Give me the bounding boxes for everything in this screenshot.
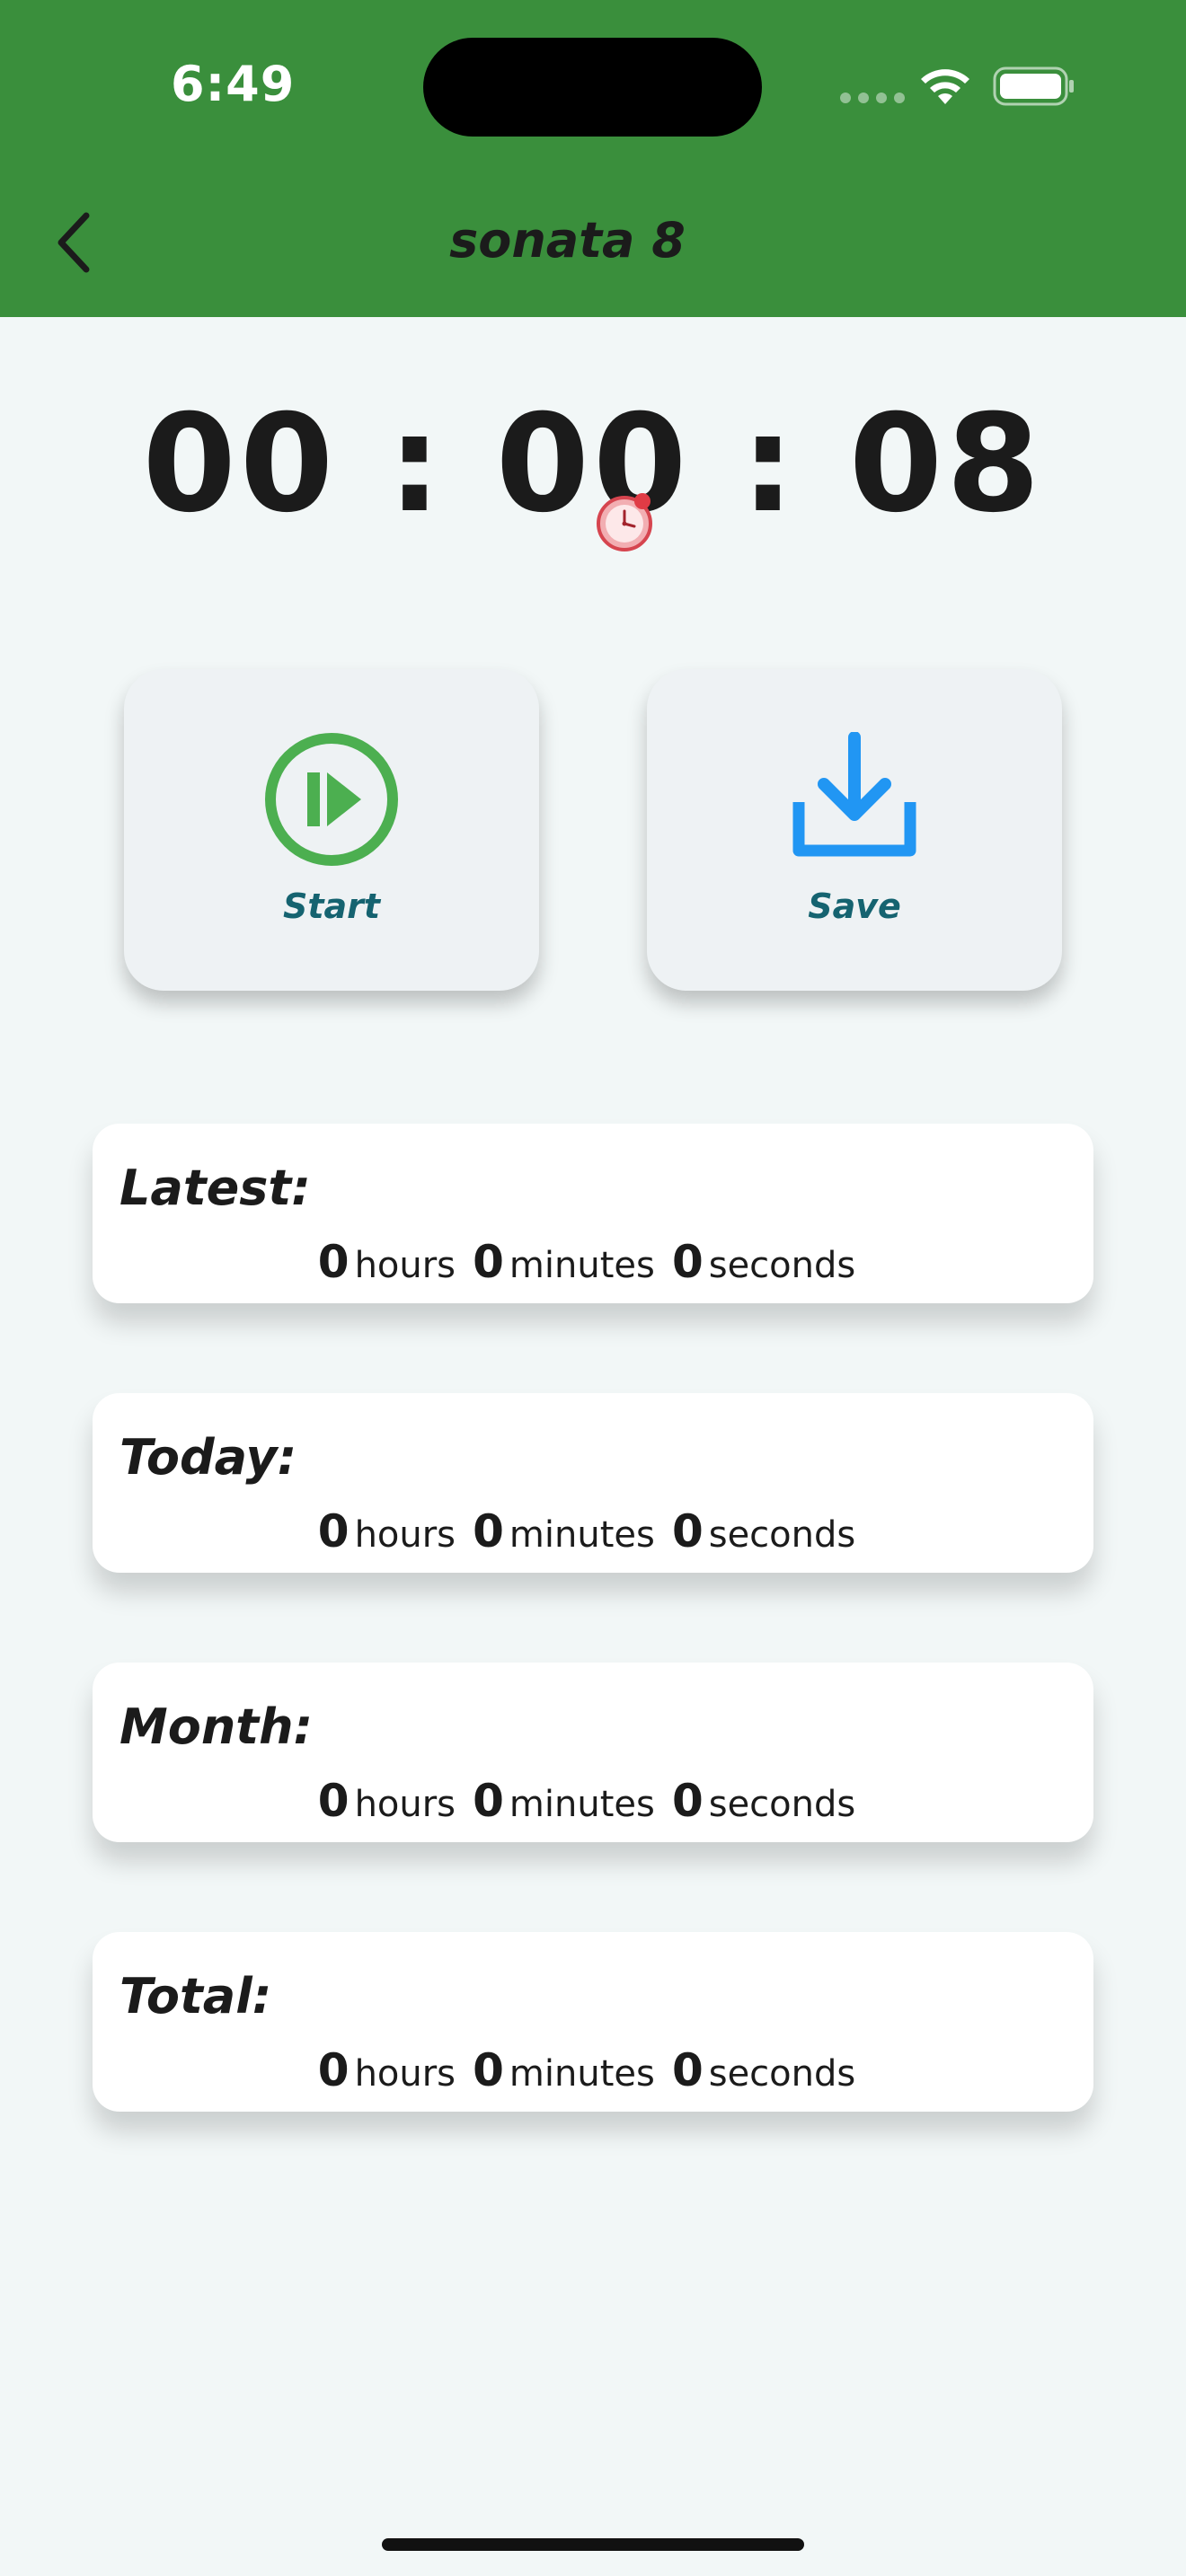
stat-duration: 0 hours 0 minutes 0 seconds: [93, 1236, 1093, 1288]
hours-unit: hours: [354, 1245, 456, 1286]
app-bar: 6:49 sonata 8: [0, 0, 1186, 317]
cellular-signal-icon: [840, 93, 905, 103]
page-title: sonata 8: [449, 212, 686, 269]
stat-card-latest: Latest: 0 hours 0 minutes 0 seconds: [93, 1124, 1093, 1303]
battery-icon: [993, 66, 1074, 106]
stat-title: Latest:: [119, 1160, 311, 1216]
stat-card-today: Today: 0 hours 0 minutes 0 seconds: [93, 1393, 1093, 1573]
minutes-value: 0: [473, 1236, 504, 1288]
hours-unit: hours: [354, 2053, 456, 2095]
seconds-unit: seconds: [708, 1245, 856, 1286]
hours-value: 0: [317, 1505, 350, 1557]
start-button[interactable]: Start: [124, 669, 539, 991]
hours-value: 0: [317, 1775, 350, 1827]
play-circle-icon: [265, 733, 398, 866]
stat-card-month: Month: 0 hours 0 minutes 0 seconds: [93, 1663, 1093, 1842]
seconds-unit: seconds: [708, 1784, 856, 1825]
seconds-value: 0: [671, 1775, 704, 1827]
minutes-value: 0: [473, 2044, 504, 2096]
stat-title: Total:: [119, 1968, 272, 2025]
stat-title: Month:: [119, 1698, 314, 1755]
stat-duration: 0 hours 0 minutes 0 seconds: [93, 1505, 1093, 1557]
minutes-unit: minutes: [509, 1245, 655, 1286]
seconds-value: 0: [671, 1505, 704, 1557]
hours-value: 0: [317, 2044, 350, 2096]
minutes-value: 0: [473, 1505, 504, 1557]
start-label: Start: [282, 887, 381, 926]
download-icon: [792, 732, 916, 857]
hours-unit: hours: [354, 1784, 456, 1825]
stat-title: Today:: [119, 1429, 297, 1486]
save-label: Save: [808, 887, 901, 926]
minutes-unit: minutes: [509, 1514, 655, 1556]
stat-duration: 0 hours 0 minutes 0 seconds: [93, 1775, 1093, 1827]
seconds-unit: seconds: [708, 2053, 856, 2095]
hours-unit: hours: [354, 1514, 456, 1556]
minutes-value: 0: [473, 1775, 504, 1827]
status-time: 6:49: [171, 56, 296, 112]
minutes-unit: minutes: [509, 1784, 655, 1825]
home-indicator[interactable]: [382, 2538, 804, 2551]
minutes-unit: minutes: [509, 2053, 655, 2095]
stat-duration: 0 hours 0 minutes 0 seconds: [93, 2044, 1093, 2096]
seconds-value: 0: [671, 1236, 704, 1288]
save-button[interactable]: Save: [647, 669, 1062, 991]
wifi-icon: [921, 69, 969, 104]
dynamic-island: [423, 38, 762, 137]
stat-card-total: Total: 0 hours 0 minutes 0 seconds: [93, 1932, 1093, 2112]
hours-value: 0: [317, 1236, 350, 1288]
seconds-unit: seconds: [708, 1514, 856, 1556]
seconds-value: 0: [671, 2044, 704, 2096]
alarm-clock-icon: [597, 493, 652, 551]
